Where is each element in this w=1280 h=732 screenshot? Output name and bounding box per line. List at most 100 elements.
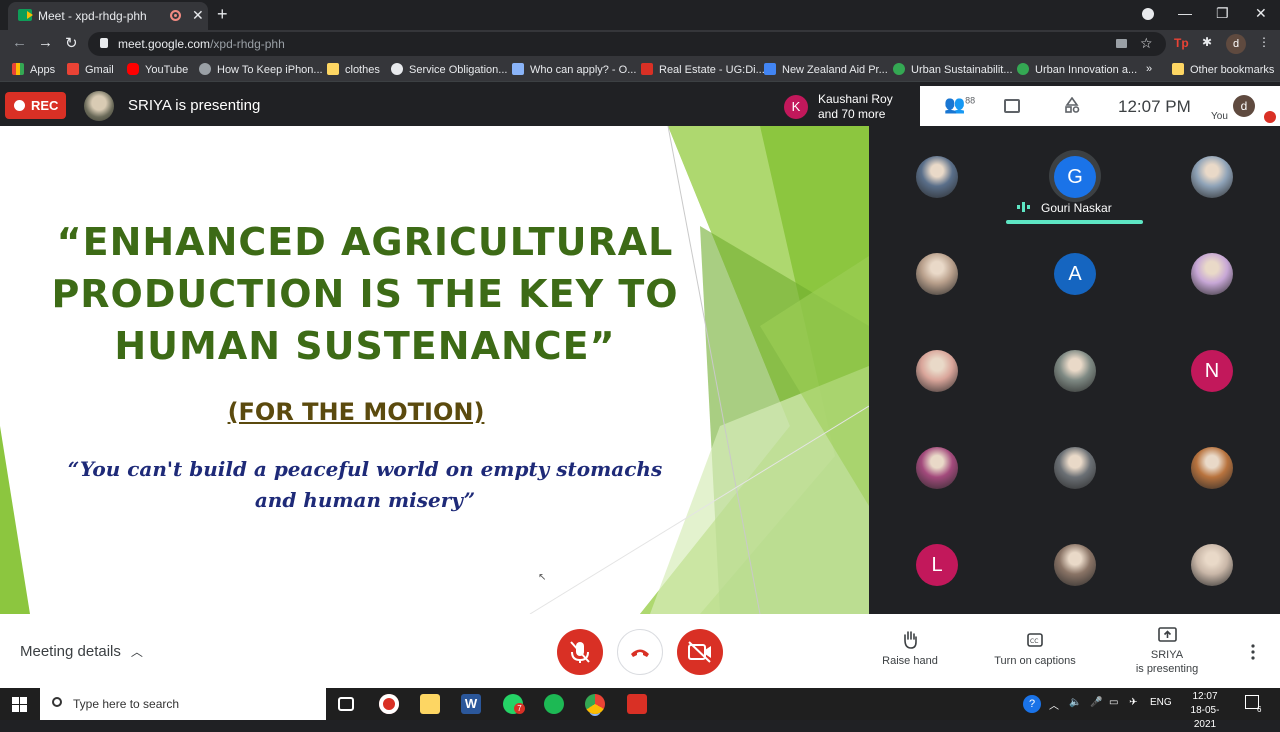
leave-call-button[interactable] (617, 629, 663, 675)
participant-photo-tile[interactable] (1054, 447, 1096, 489)
extensions-puzzle-icon[interactable]: ✱ (1202, 35, 1212, 49)
mic-off-icon (570, 641, 590, 663)
more-options-kebab-icon[interactable] (1251, 644, 1255, 660)
forward-arrow-icon[interactable]: → (38, 34, 53, 51)
tab-close-icon[interactable]: ✕ (192, 7, 204, 24)
activities-shapes-icon[interactable] (1064, 97, 1080, 113)
new-tab-plus-icon[interactable]: + (217, 4, 228, 25)
participant-photo-tile[interactable] (1191, 253, 1233, 295)
participant-photo-tile[interactable] (1054, 350, 1096, 392)
site-favicon-icon (764, 63, 776, 75)
tab-search-chevron-icon[interactable] (1142, 8, 1154, 20)
screen-recorder-icon[interactable] (379, 694, 399, 714)
address-bar[interactable]: meet.google.com/xpd-rhdg-phh ☆ (88, 32, 1166, 56)
present-screen-icon[interactable] (1158, 627, 1177, 642)
participant-initial-tile[interactable]: G (1054, 156, 1096, 198)
apps-grid-icon (12, 63, 24, 75)
site-favicon-icon (641, 63, 653, 75)
participant-photo-tile[interactable] (916, 253, 958, 295)
bookmark-new-zealand-aid[interactable]: New Zealand Aid Pr... (764, 63, 888, 76)
participant-photo-tile[interactable] (1191, 156, 1233, 198)
bookmark-urban-sustainability[interactable]: Urban Sustainabilit... (893, 63, 1013, 76)
meeting-details-button[interactable]: Meeting details ︿ (20, 643, 143, 660)
mouse-cursor-icon: ↖ (538, 572, 547, 583)
bookmark-star-icon[interactable]: ☆ (1140, 35, 1153, 52)
taskbar-search-box[interactable]: Type here to search (40, 688, 326, 720)
search-icon (52, 697, 62, 707)
raise-hand-label[interactable]: Raise hand (870, 655, 950, 667)
participant-photo-tile[interactable] (916, 447, 958, 489)
taskbar-clock[interactable]: 12:07 18-05-2021 (1180, 690, 1230, 732)
speaker-volume-icon[interactable]: 🔈 (1069, 697, 1081, 708)
globe-icon (391, 63, 403, 75)
help-icon[interactable]: ? (1023, 695, 1041, 713)
browser-tab-strip: Meet - xpd-rhdg-phh ✕ + — ❐ ✕ (0, 0, 1280, 30)
bookmark-real-estate[interactable]: Real Estate - UG:Di... (641, 63, 765, 76)
raise-hand-icon[interactable] (901, 630, 919, 650)
participant-photo-tile[interactable] (916, 156, 958, 198)
mic-toggle-button[interactable] (557, 629, 603, 675)
slide-title: “ENHANCED AGRICULTURAL PRODUCTION IS THE… (51, 220, 679, 368)
browser-menu-kebab-icon[interactable]: ⋮ (1258, 35, 1270, 49)
participant-initial-tile[interactable]: A (1054, 253, 1096, 295)
participant-initial-tile[interactable]: L (916, 544, 958, 586)
meet-favicon-icon (18, 9, 33, 21)
captions-icon[interactable]: CC (1027, 633, 1043, 647)
extension-tp-icon[interactable]: Tp (1174, 36, 1189, 50)
bookmark-clothes[interactable]: clothes (327, 63, 380, 76)
battery-icon[interactable]: ▭ (1109, 697, 1118, 708)
profile-avatar[interactable]: d (1226, 34, 1246, 54)
slide-subtitle: (FOR THE MOTION) (227, 398, 485, 426)
bookmark-gmail[interactable]: Gmail (67, 63, 114, 76)
url-text: meet.google.com/xpd-rhdg-phh (118, 37, 285, 51)
file-explorer-icon[interactable] (420, 694, 440, 714)
participant-initial-tile[interactable]: N (1191, 350, 1233, 392)
presentation-slide: “ENHANCED AGRICULTURAL PRODUCTION IS THE… (0, 126, 869, 614)
tray-chevron-up-icon[interactable]: ︿ (1049, 697, 1059, 712)
window-close-icon[interactable]: ✕ (1255, 5, 1267, 22)
back-arrow-icon[interactable]: ← (12, 34, 27, 51)
spotify-icon[interactable] (544, 694, 564, 714)
bookmark-other[interactable]: Other bookmarks (1172, 63, 1274, 76)
gmail-icon (67, 63, 79, 75)
microphone-icon[interactable]: 🎤 (1090, 697, 1102, 708)
bookmarks-overflow-chevron[interactable]: » (1146, 63, 1152, 75)
bookmark-iphone[interactable]: How To Keep iPhon... (199, 63, 323, 76)
participant-photo-tile[interactable] (1191, 447, 1233, 489)
camera-indicator-icon[interactable] (1116, 39, 1127, 48)
acrobat-icon[interactable] (627, 694, 647, 714)
leaf-icon (893, 63, 905, 75)
participant-photo-tile[interactable] (916, 350, 958, 392)
chat-icon[interactable] (1004, 99, 1020, 113)
recent-speakers-chip[interactable]: K Kaushani Roy and 70 more (778, 86, 920, 126)
bookmark-service-obligation[interactable]: Service Obligation... (391, 63, 507, 76)
windows-start-icon[interactable] (12, 697, 27, 712)
language-indicator[interactable]: ENG (1150, 697, 1172, 708)
maximize-icon[interactable]: ❐ (1216, 5, 1229, 22)
task-view-icon[interactable] (338, 697, 354, 711)
reload-icon[interactable]: ↻ (65, 34, 78, 52)
minimize-icon[interactable]: — (1178, 5, 1192, 21)
chrome-taskbar-icon[interactable] (585, 694, 605, 714)
bookmark-urban-innovation[interactable]: Urban Innovation a... (1017, 63, 1137, 76)
globe-icon (199, 63, 211, 75)
bookmark-who-can-apply[interactable]: Who can apply? - O... (512, 63, 636, 76)
meet-top-bar: REC SRIYA is presenting K Kaushani Roy a… (0, 86, 1280, 126)
recording-badge: REC (5, 92, 66, 119)
network-icon[interactable]: ✈ (1129, 697, 1137, 708)
participant-grid: Gouri Naskar G A N L (869, 126, 1280, 614)
captions-label[interactable]: Turn on captions (985, 655, 1085, 667)
bookmark-apps[interactable]: Apps (12, 63, 55, 76)
presenting-status[interactable]: SRIYA is presenting (1117, 648, 1217, 676)
camera-toggle-button[interactable] (677, 629, 723, 675)
tab-title: Meet - xpd-rhdg-phh (38, 9, 147, 23)
notification-count: 6 (1257, 705, 1262, 714)
people-button[interactable]: 👥88 (944, 95, 975, 115)
bookmark-youtube[interactable]: YouTube (127, 63, 188, 76)
browser-tab-meet[interactable]: Meet - xpd-rhdg-phh ✕ (8, 2, 208, 30)
participant-photo-tile[interactable] (1054, 544, 1096, 586)
word-icon[interactable]: W (461, 694, 481, 714)
slide-quote: “You can't build a peaceful world on emp… (67, 457, 663, 512)
active-speaker-name: Gouri Naskar (1041, 201, 1112, 215)
participant-photo-tile[interactable] (1191, 544, 1233, 586)
